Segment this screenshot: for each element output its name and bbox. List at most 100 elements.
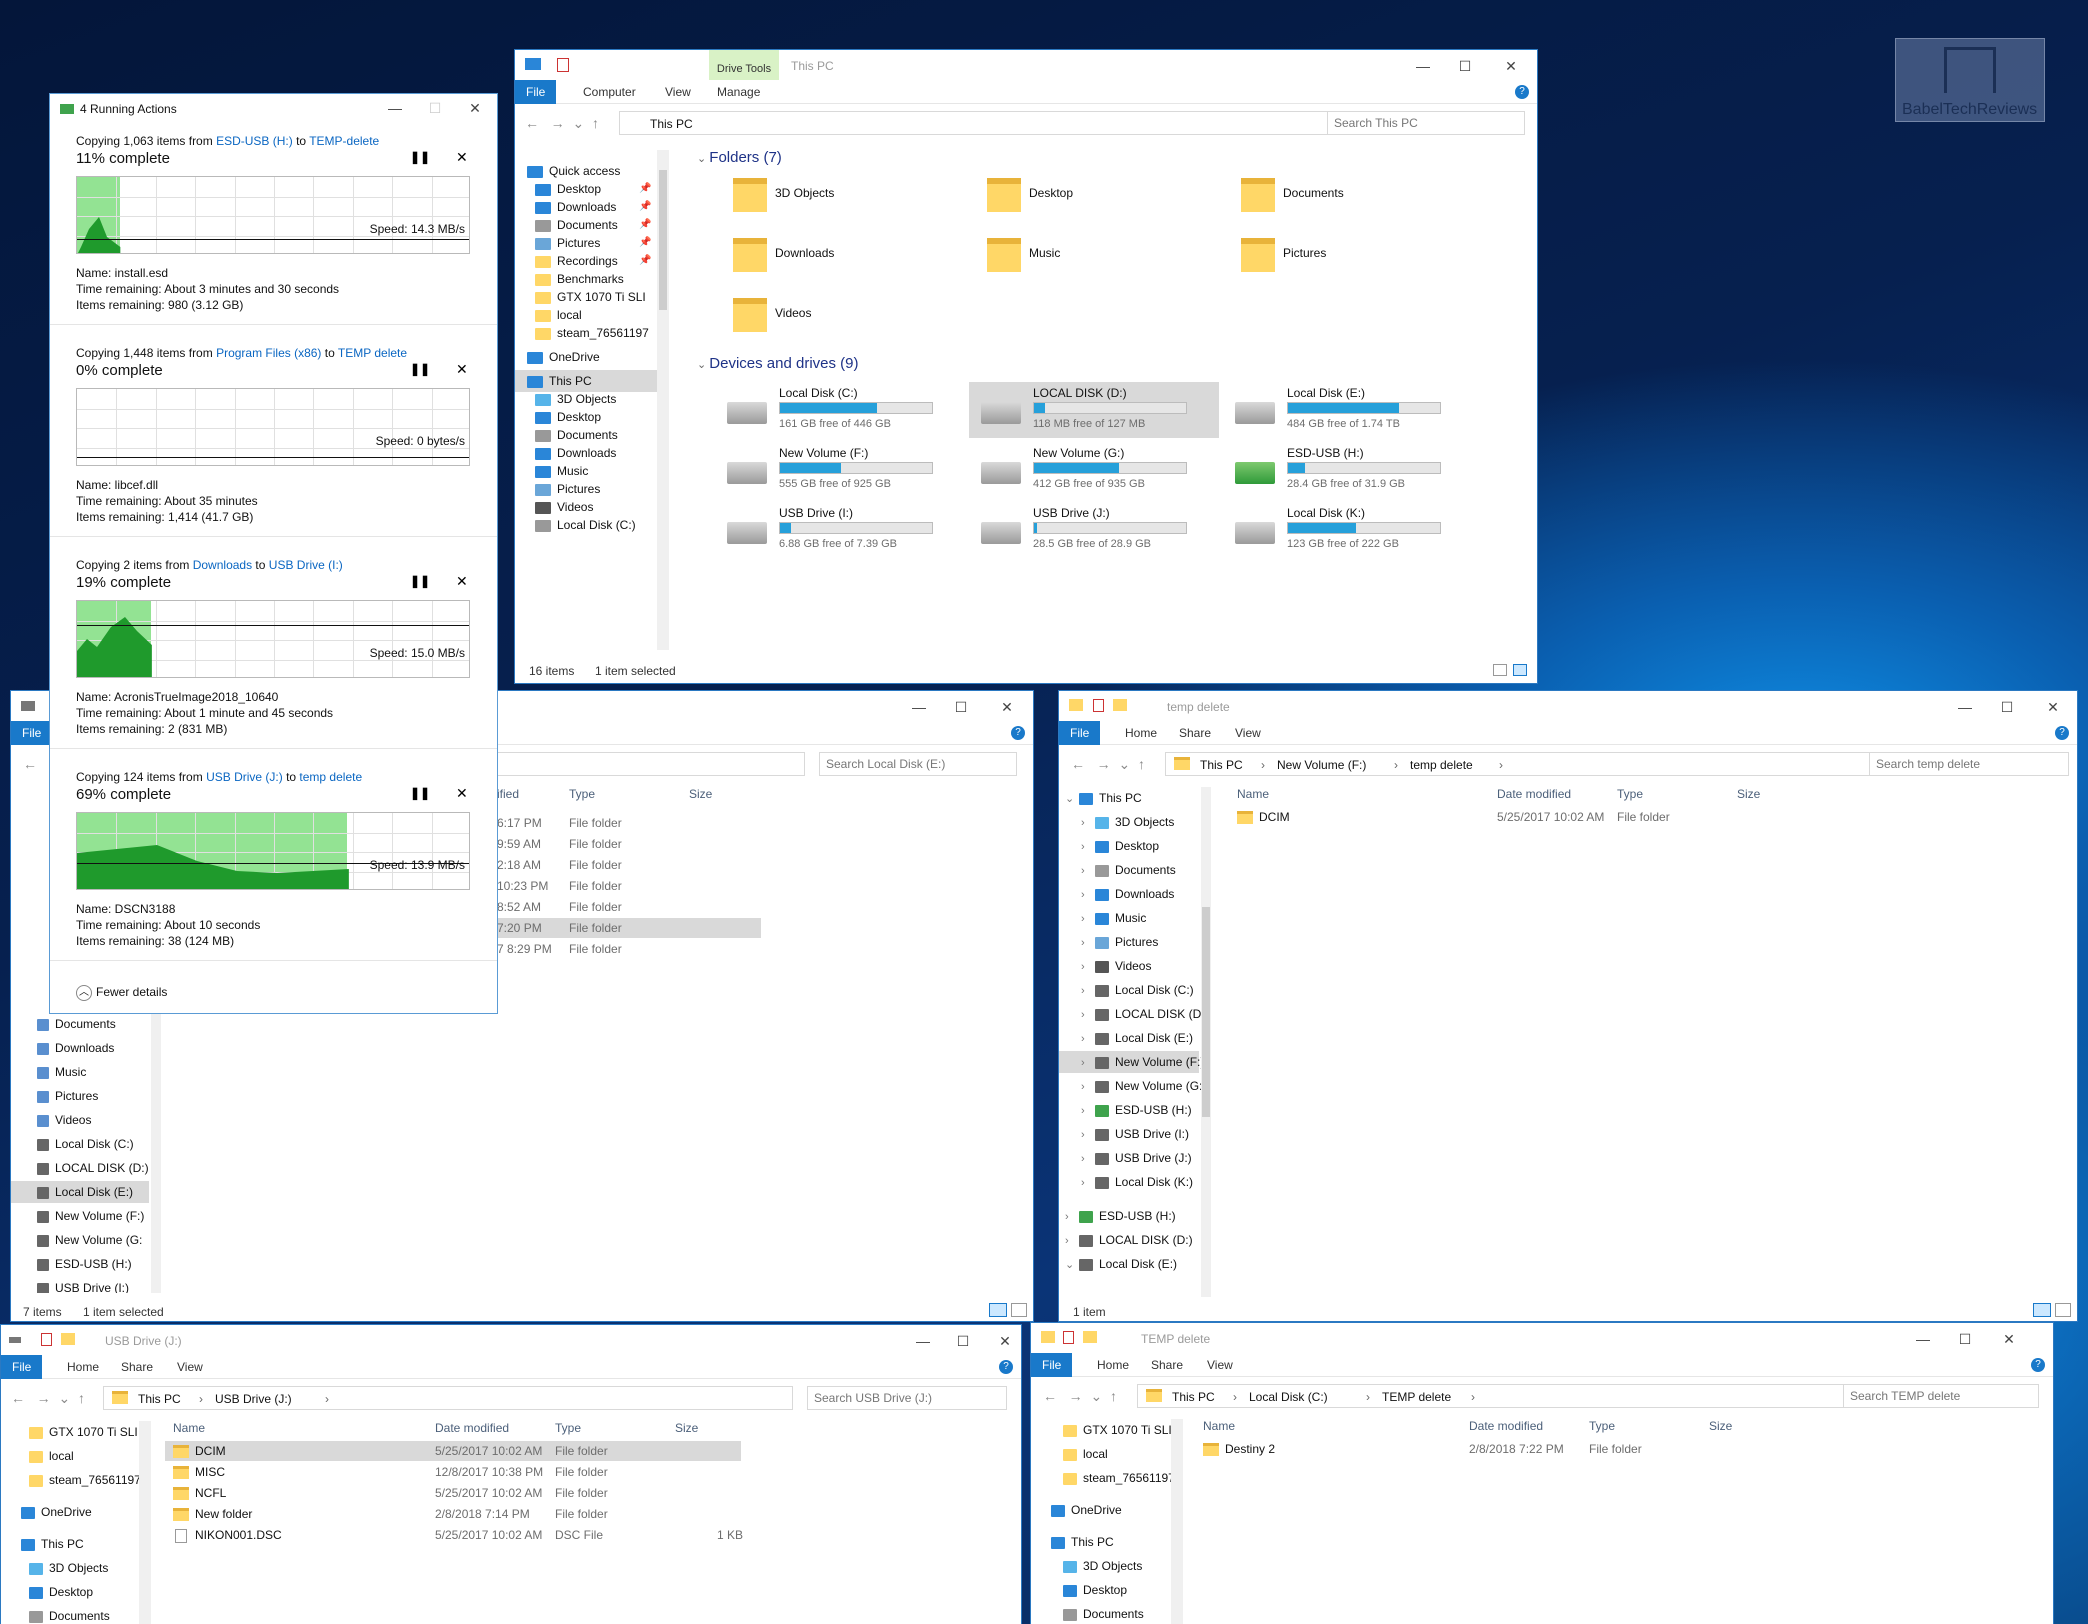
chevron-right-icon[interactable]: › [1081, 812, 1095, 834]
nav-item-videos[interactable]: Videos [11, 1109, 149, 1131]
maximize-button[interactable]: ☐ [941, 695, 981, 719]
table-row[interactable]: DCIM 5/25/2017 10:02 AM File folder [1229, 807, 1670, 827]
job-source-link[interactable]: Downloads [193, 558, 252, 572]
table-row[interactable]: MISC 12/8/2017 10:38 PM File folder [165, 1462, 741, 1482]
nav-item-documents[interactable]: › Documents [1059, 859, 1199, 881]
address-bar[interactable]: This PC › Local Disk (C:) › TEMP delete › [1137, 1384, 1877, 1408]
search-input[interactable]: Search temp delete [1869, 752, 2069, 776]
column-date-partial[interactable]: ified [497, 787, 519, 801]
tab-file[interactable]: File [11, 721, 53, 745]
nav-item-steam-76561197[interactable]: steam_76561197 [515, 322, 657, 344]
nav-item-new-volume-f[interactable]: New Volume (F:) [11, 1205, 149, 1227]
maximize-button[interactable]: ☐ [415, 96, 455, 120]
nav-scrollbar[interactable] [151, 1011, 161, 1293]
nav-item-local-disk-d[interactable]: › LOCAL DISK (D:) [1059, 1003, 1205, 1025]
job-source-link[interactable]: USB Drive (J:) [206, 770, 283, 784]
chevron-right-icon[interactable]: › [1471, 1390, 1475, 1404]
nav-scrollbar[interactable] [657, 150, 669, 650]
nav-item-this-pc[interactable]: This PC [1031, 1531, 1171, 1553]
chevron-right-icon[interactable]: › [1081, 1028, 1095, 1050]
properties-icon[interactable] [557, 58, 569, 72]
table-row[interactable]: 6:17 PM File folder [491, 813, 761, 833]
large-icons-view-icon[interactable] [1011, 1303, 1027, 1317]
tab-file[interactable]: File [515, 80, 557, 104]
column-size[interactable]: Size [1737, 787, 1760, 801]
nav-item-gtx-1070-ti-sli[interactable]: GTX 1070 Ti SLI [1031, 1419, 1172, 1441]
chevron-down-icon[interactable]: ⌄ [1090, 1388, 1102, 1404]
drive-item-usb-drive-i[interactable]: USB Drive (I:) 6.88 GB free of 7.39 GB [715, 502, 965, 558]
tab-home[interactable]: Home [1089, 1353, 1137, 1377]
chevron-right-icon[interactable]: › [325, 1392, 329, 1406]
breadcrumb-usb-drive-j[interactable]: USB Drive (J:) [215, 1392, 292, 1406]
close-button[interactable]: ✕ [2033, 695, 2073, 719]
properties-icon[interactable] [1063, 1331, 1074, 1344]
nav-item-esd-usb-h[interactable]: › ESD-USB (H:) [1059, 1205, 1199, 1227]
back-icon[interactable]: ← [1071, 756, 1085, 772]
chevron-right-icon[interactable]: › [1081, 980, 1095, 1002]
column-name[interactable]: Name [1203, 1419, 1235, 1433]
large-icons-view-icon[interactable] [2055, 1303, 2071, 1317]
column-name[interactable]: Name [173, 1421, 205, 1435]
pause-button[interactable]: ❚❚ [410, 574, 430, 588]
close-button[interactable]: ✕ [455, 96, 495, 120]
properties-icon[interactable] [41, 1333, 52, 1346]
details-view-icon[interactable] [1493, 664, 1507, 676]
folder-item-3d-objects[interactable]: 3D Objects [733, 176, 953, 220]
column-type[interactable]: Type [1589, 1419, 1615, 1433]
breadcrumb-this-pc[interactable]: This PC [1172, 1390, 1215, 1404]
table-row[interactable]: DCIM 5/25/2017 10:02 AM File folder [165, 1441, 741, 1461]
search-input[interactable]: Search USB Drive (J:) [807, 1386, 1007, 1410]
minimize-button[interactable]: — [903, 1329, 943, 1353]
back-icon[interactable]: ← [11, 1390, 25, 1406]
column-size[interactable]: Size [675, 1421, 698, 1435]
drive-item-esd-usb-h[interactable]: ESD-USB (H:) 28.4 GB free of 31.9 GB [1223, 442, 1473, 498]
close-button[interactable]: ✕ [1989, 1327, 2029, 1351]
back-icon[interactable]: ← [23, 752, 37, 776]
maximize-button[interactable]: ☐ [1445, 54, 1485, 78]
nav-item-local-disk-d[interactable]: › LOCAL DISK (D:) [1059, 1229, 1199, 1251]
drive-item-local-disk-d[interactable]: LOCAL DISK (D:) 118 MB free of 127 MB [969, 382, 1219, 438]
maximize-button[interactable]: ☐ [943, 1329, 983, 1353]
close-button[interactable]: ✕ [987, 695, 1027, 719]
drive-item-new-volume-g[interactable]: New Volume (G:) 412 GB free of 935 GB [969, 442, 1219, 498]
nav-item-this-pc[interactable]: ⌄ This PC [1059, 787, 1199, 809]
nav-item-documents[interactable]: Documents [1, 1605, 141, 1624]
minimize-button[interactable]: — [1945, 695, 1985, 719]
chevron-right-icon[interactable]: › [1233, 1390, 1237, 1404]
scroll-thumb[interactable] [1202, 907, 1210, 1117]
tab-file[interactable]: File [1059, 721, 1101, 745]
column-size[interactable]: Size [1709, 1419, 1732, 1433]
help-icon[interactable]: ? [1011, 726, 1025, 740]
nav-item-desktop[interactable]: › Desktop [1059, 835, 1199, 857]
chevron-right-icon[interactable]: › [1081, 884, 1095, 906]
column-type[interactable]: Type [555, 1421, 581, 1435]
forward-icon[interactable]: → [1097, 756, 1111, 772]
chevron-right-icon[interactable]: › [1081, 860, 1095, 882]
fewer-details-button[interactable]: ︿ Fewer details [76, 985, 167, 1001]
table-row[interactable]: New folder 2/8/2018 7:14 PM File folder [165, 1504, 741, 1524]
chevron-right-icon[interactable]: › [1065, 1230, 1079, 1252]
up-icon[interactable]: ↑ [1138, 756, 1145, 772]
chevron-down-icon[interactable]: ⌄ [572, 115, 584, 131]
pause-button[interactable]: ❚❚ [410, 362, 430, 376]
nav-item-documents[interactable]: Documents [11, 1013, 149, 1035]
table-row[interactable]: 9:59 AM File folder [491, 834, 761, 854]
folder-item-documents[interactable]: Documents [1241, 176, 1461, 220]
chevron-right-icon[interactable]: › [1081, 1100, 1095, 1122]
nav-item-downloads[interactable]: Downloads [11, 1037, 149, 1059]
cancel-button[interactable]: ✕ [456, 573, 468, 590]
nav-item-local-disk-k[interactable]: › Local Disk (K:) [1059, 1171, 1199, 1193]
chevron-right-icon[interactable]: › [1394, 758, 1398, 772]
minimize-button[interactable]: — [899, 695, 939, 719]
chevron-down-icon[interactable]: ⌄ [1118, 756, 1130, 772]
drives-header[interactable]: ⌄ Devices and drives (9) [697, 355, 859, 372]
new-folder-icon[interactable] [1083, 1331, 1097, 1343]
table-row[interactable]: NIKON001.DSC 5/25/2017 10:02 AM DSC File 1 … [165, 1525, 743, 1545]
close-button[interactable]: ✕ [985, 1329, 1021, 1353]
drive-item-local-disk-e[interactable]: Local Disk (E:) 484 GB free of 1.74 TB [1223, 382, 1473, 438]
help-icon[interactable]: ? [999, 1360, 1013, 1374]
tab-view[interactable]: View [657, 80, 699, 104]
breadcrumb-this-pc[interactable]: This PC [650, 117, 693, 131]
help-icon[interactable]: ? [1515, 85, 1529, 99]
job-destination-link[interactable]: USB Drive (I:) [269, 558, 343, 572]
